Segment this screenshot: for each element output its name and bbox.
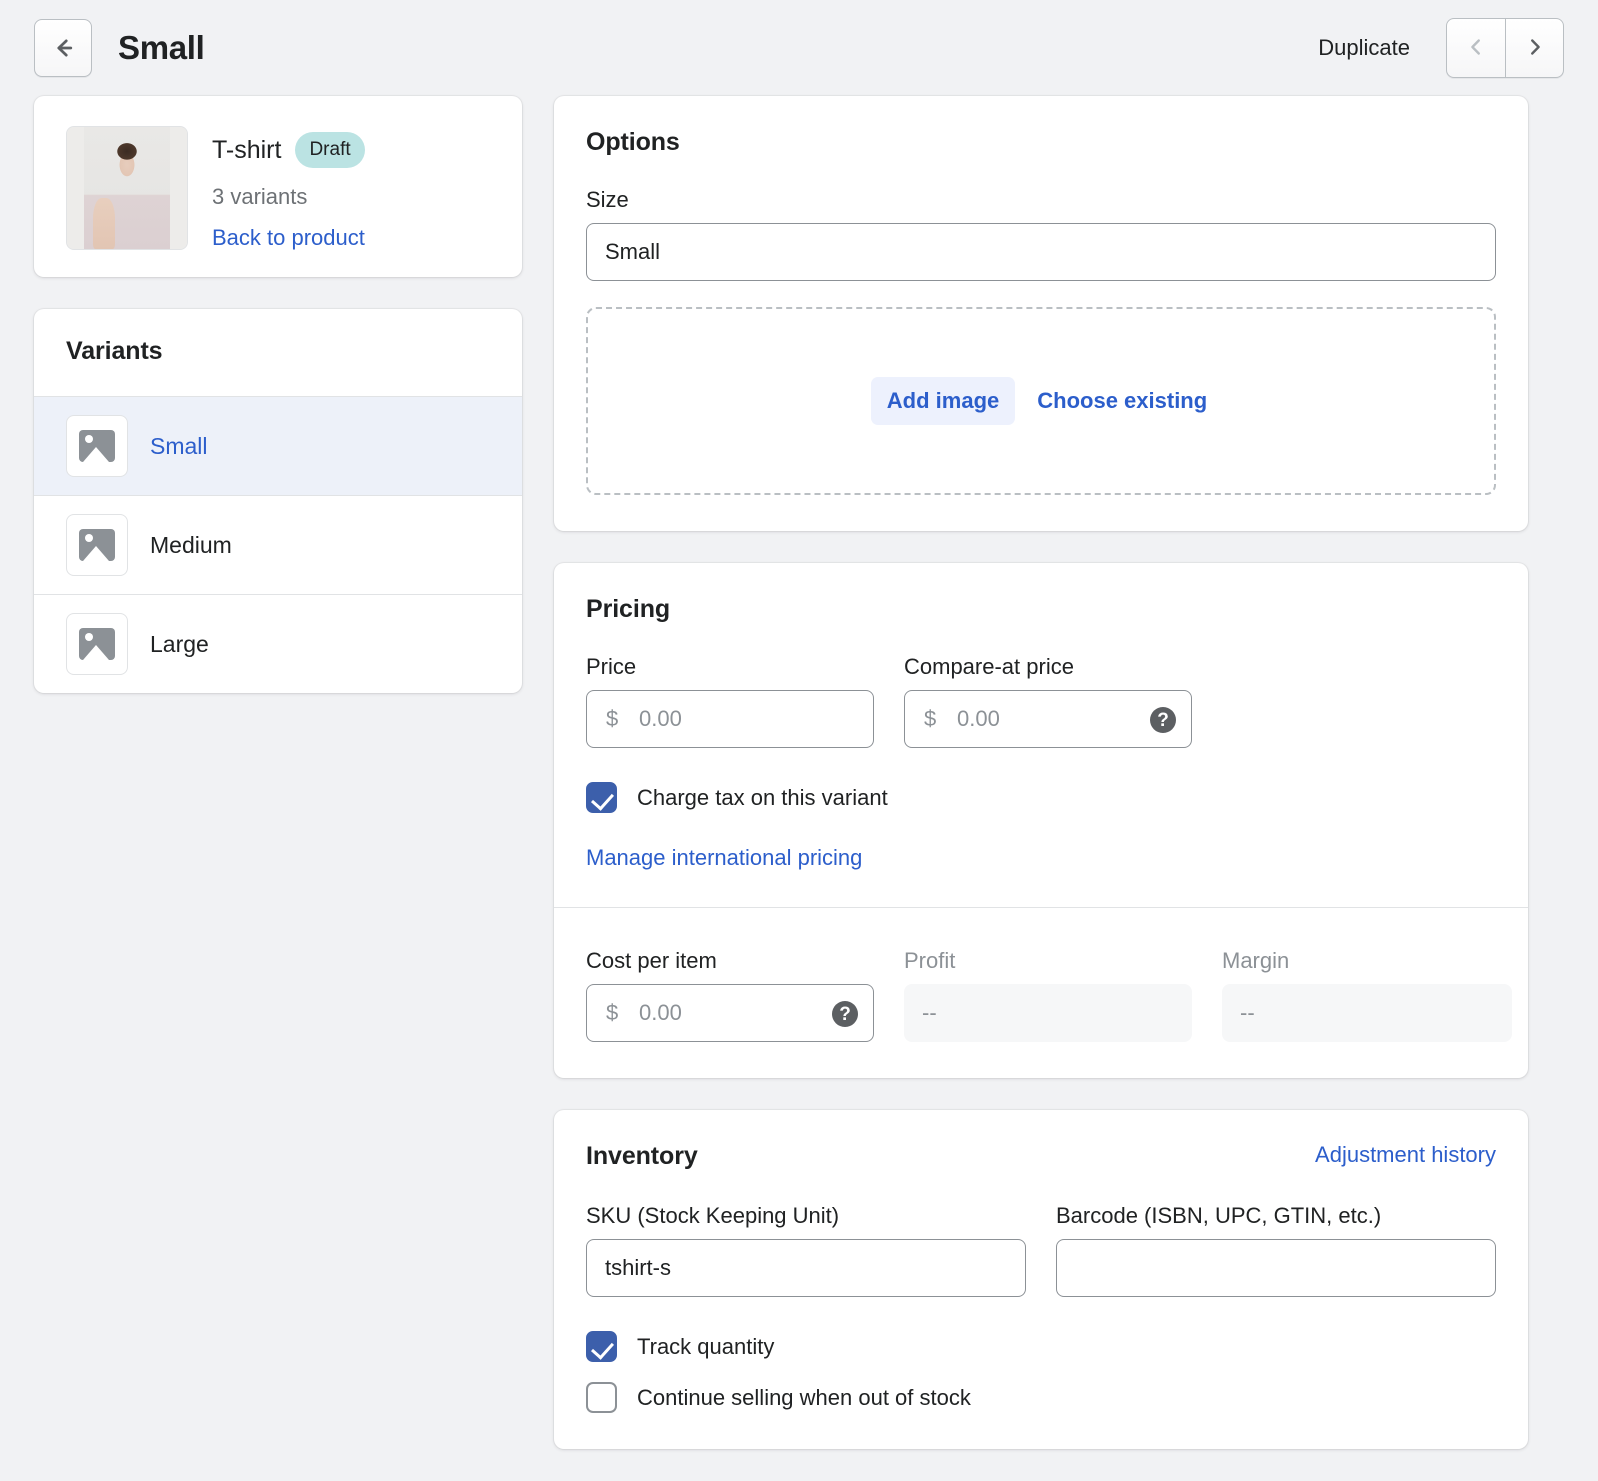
variant-label: Large: [150, 631, 209, 658]
sku-field-group: SKU (Stock Keeping Unit): [586, 1203, 1026, 1297]
inventory-header-row: Inventory Adjustment history: [586, 1142, 1496, 1171]
variant-list-item-medium[interactable]: Medium: [34, 495, 522, 594]
price-input[interactable]: [586, 690, 874, 748]
profit-field-group: Profit --: [904, 948, 1192, 1042]
arrow-left-icon: [50, 35, 76, 61]
left-column: T-shirt Draft 3 variants Back to product…: [34, 96, 522, 725]
manage-international-pricing-link[interactable]: Manage international pricing: [586, 845, 862, 871]
track-quantity-row[interactable]: Track quantity: [586, 1331, 1496, 1362]
image-placeholder-icon: [66, 613, 128, 675]
cost-per-item-label: Cost per item: [586, 948, 874, 974]
pricing-title: Pricing: [586, 595, 1496, 624]
variant-pager: [1446, 18, 1564, 78]
variant-label: Small: [150, 433, 208, 460]
back-button[interactable]: [34, 19, 92, 77]
margin-label: Margin: [1222, 948, 1512, 974]
choose-existing-button[interactable]: Choose existing: [1033, 377, 1211, 425]
margin-field-group: Margin --: [1222, 948, 1512, 1042]
page-title: Small: [118, 29, 205, 67]
size-field-group: Size: [586, 187, 1496, 281]
track-quantity-label: Track quantity: [637, 1334, 774, 1360]
page-header: Small Duplicate: [0, 0, 1598, 96]
charge-tax-row[interactable]: Charge tax on this variant: [586, 782, 1496, 813]
continue-selling-checkbox[interactable]: [586, 1382, 617, 1413]
inventory-card: Inventory Adjustment history SKU (Stock …: [554, 1110, 1528, 1449]
product-photo-image: [67, 127, 187, 249]
charge-tax-label: Charge tax on this variant: [637, 785, 888, 811]
image-placeholder-icon: [66, 415, 128, 477]
compare-at-price-input[interactable]: [904, 690, 1192, 748]
continue-selling-label: Continue selling when out of stock: [637, 1385, 971, 1411]
help-icon[interactable]: ?: [1150, 707, 1176, 733]
image-dropzone[interactable]: Add image Choose existing: [586, 307, 1496, 495]
options-card: Options Size Add image Choose existing: [554, 96, 1528, 531]
variants-card: Variants Small Medium Large: [34, 309, 522, 693]
price-label: Price: [586, 654, 874, 680]
barcode-label: Barcode (ISBN, UPC, GTIN, etc.): [1056, 1203, 1496, 1229]
margin-value: --: [1222, 984, 1512, 1042]
size-label: Size: [586, 187, 1496, 213]
compare-at-price-field-group: Compare-at price $ ?: [904, 654, 1192, 748]
status-badge: Draft: [295, 132, 364, 168]
previous-variant-button[interactable]: [1447, 19, 1505, 77]
image-placeholder-icon: [66, 514, 128, 576]
cost-fields-row: Cost per item $ ? Profit -- Margin --: [586, 948, 1496, 1042]
product-thumbnail: [66, 126, 188, 250]
product-summary-card: T-shirt Draft 3 variants Back to product: [34, 96, 522, 277]
track-quantity-checkbox[interactable]: [586, 1331, 617, 1362]
profit-label: Profit: [904, 948, 1192, 974]
size-input[interactable]: [586, 223, 1496, 281]
profit-value: --: [904, 984, 1192, 1042]
price-input-wrap: $: [586, 690, 874, 748]
variants-title: Variants: [66, 337, 490, 366]
price-fields-row: Price $ Compare-at price $ ?: [586, 654, 1496, 748]
add-image-button[interactable]: Add image: [871, 377, 1015, 425]
sku-input[interactable]: [586, 1239, 1026, 1297]
help-icon[interactable]: ?: [832, 1001, 858, 1027]
variant-label: Medium: [150, 532, 232, 559]
right-column: Options Size Add image Choose existing P…: [554, 96, 1528, 1481]
pricing-card: Pricing Price $ Compare-at price $: [554, 563, 1528, 1078]
variant-count-text: 3 variants: [212, 184, 365, 210]
options-section: Options Size Add image Choose existing: [554, 96, 1528, 531]
barcode-input[interactable]: [1056, 1239, 1496, 1297]
variants-card-header: Variants: [34, 309, 522, 396]
chevron-right-icon: [1523, 35, 1547, 62]
price-field-group: Price $: [586, 654, 874, 748]
variant-list-item-small[interactable]: Small: [34, 396, 522, 495]
cost-per-item-input-wrap: $ ?: [586, 984, 874, 1042]
cost-per-item-field-group: Cost per item $ ?: [586, 948, 874, 1042]
duplicate-button[interactable]: Duplicate: [1304, 25, 1424, 71]
next-variant-button[interactable]: [1505, 19, 1563, 77]
barcode-field-group: Barcode (ISBN, UPC, GTIN, etc.): [1056, 1203, 1496, 1297]
chevron-left-icon: [1464, 35, 1488, 62]
adjustment-history-link[interactable]: Adjustment history: [1315, 1142, 1496, 1168]
product-name: T-shirt: [212, 136, 281, 165]
back-to-product-link[interactable]: Back to product: [212, 225, 365, 251]
options-title: Options: [586, 128, 1496, 157]
compare-at-price-label: Compare-at price: [904, 654, 1192, 680]
cost-per-item-input[interactable]: [586, 984, 874, 1042]
inventory-fields-row: SKU (Stock Keeping Unit) Barcode (ISBN, …: [586, 1203, 1496, 1297]
variant-list-item-large[interactable]: Large: [34, 594, 522, 693]
inventory-title: Inventory: [586, 1142, 698, 1171]
compare-at-price-input-wrap: $ ?: [904, 690, 1192, 748]
product-meta: T-shirt Draft 3 variants Back to product: [212, 126, 365, 251]
pricing-section: Pricing Price $ Compare-at price $: [554, 563, 1528, 907]
sku-label: SKU (Stock Keeping Unit): [586, 1203, 1026, 1229]
cost-section: Cost per item $ ? Profit -- Margin --: [554, 908, 1528, 1078]
charge-tax-checkbox[interactable]: [586, 782, 617, 813]
inventory-section: Inventory Adjustment history SKU (Stock …: [554, 1110, 1528, 1449]
product-name-row: T-shirt Draft: [212, 132, 365, 168]
continue-selling-row[interactable]: Continue selling when out of stock: [586, 1382, 1496, 1413]
page-layout: T-shirt Draft 3 variants Back to product…: [0, 96, 1598, 1481]
